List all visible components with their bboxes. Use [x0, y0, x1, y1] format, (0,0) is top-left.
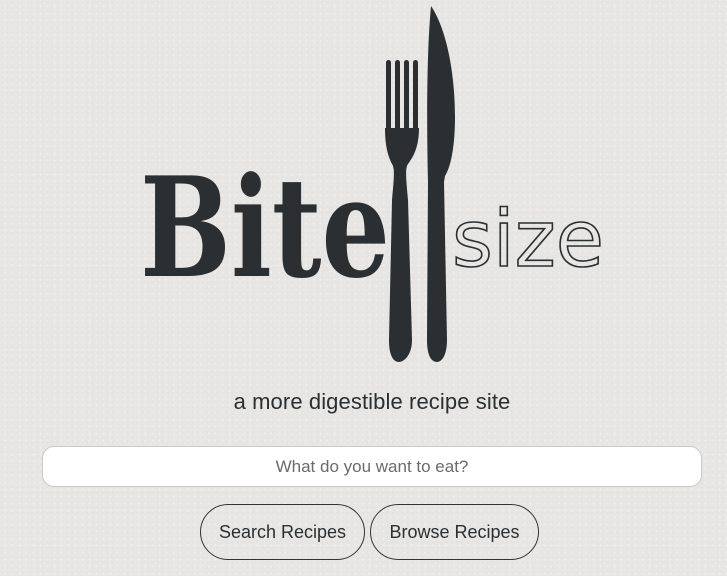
- fork-icon: [385, 60, 419, 362]
- tagline: a more digestible recipe site: [233, 389, 511, 414]
- bitesize-logo: Bite size: [0, 0, 727, 370]
- search-input[interactable]: [42, 446, 702, 487]
- search-bar: [42, 446, 702, 487]
- knife-icon: [427, 6, 455, 362]
- logo-word-light: size: [452, 195, 604, 285]
- browse-recipes-button[interactable]: Browse Recipes: [370, 504, 539, 560]
- logo-word-bold: Bite: [140, 146, 390, 309]
- search-recipes-button[interactable]: Search Recipes: [200, 504, 365, 560]
